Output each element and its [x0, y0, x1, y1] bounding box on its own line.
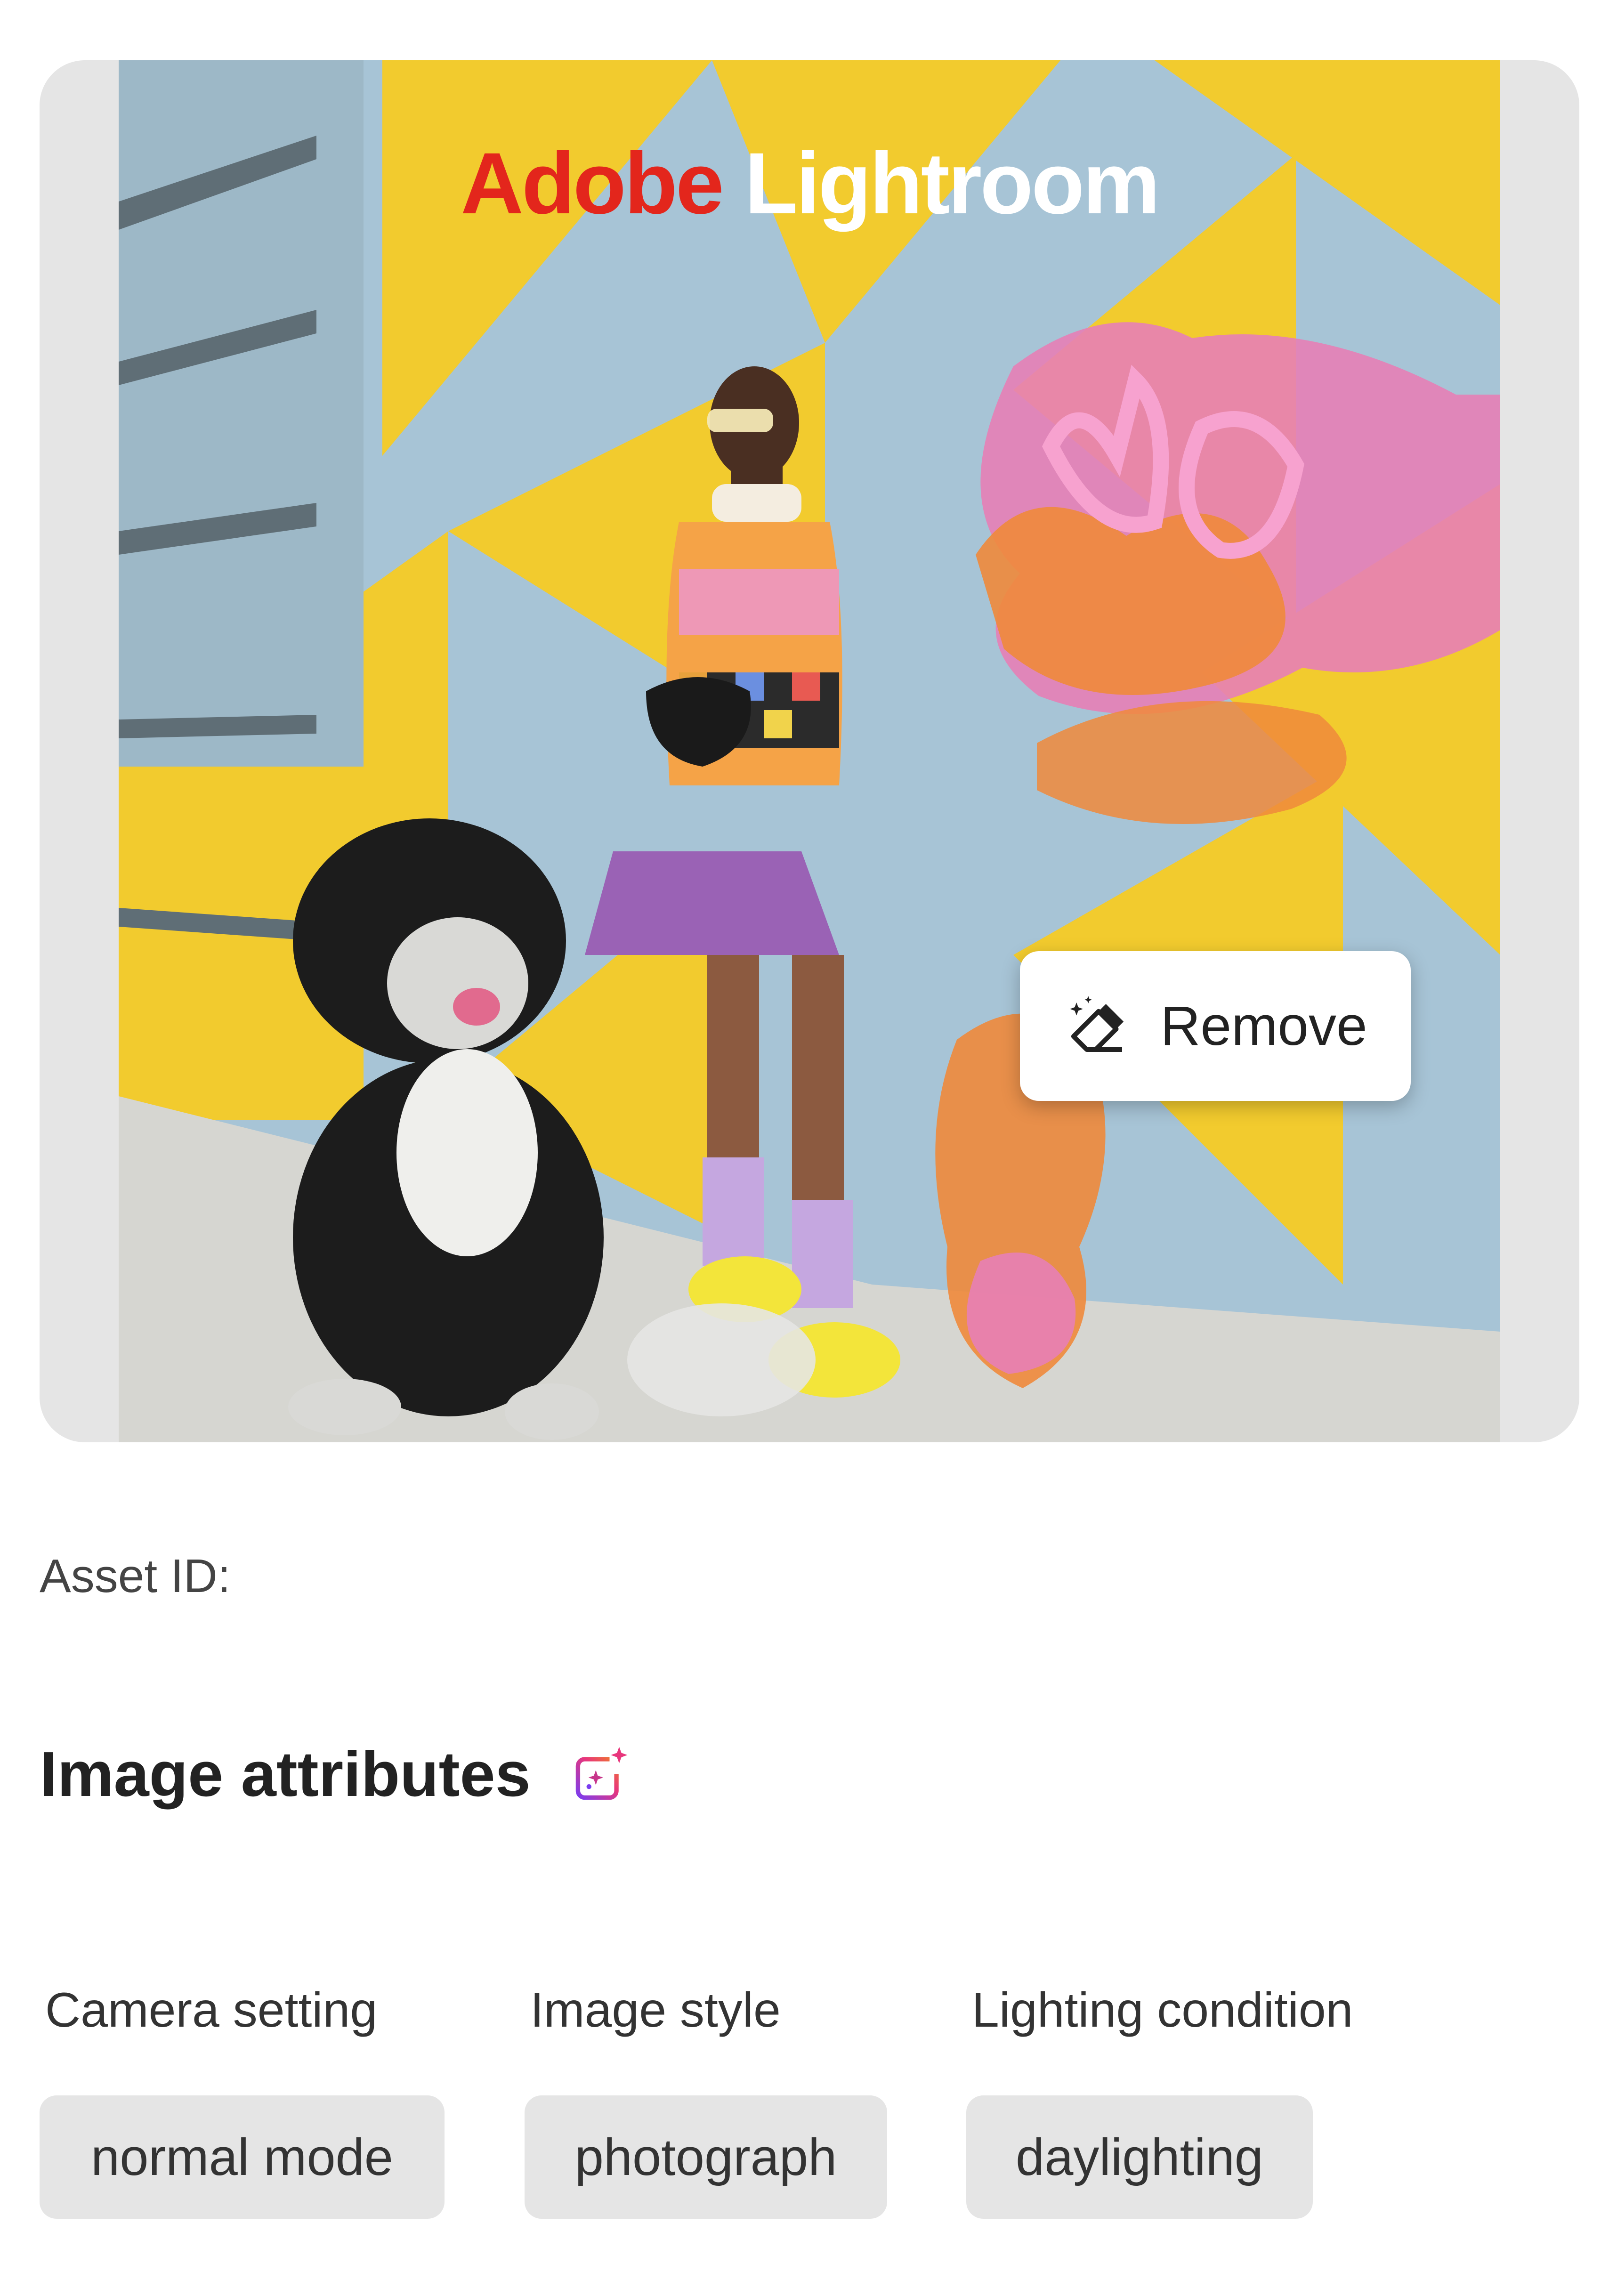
image-attributes-title: Image attributes — [40, 1738, 531, 1810]
remove-button-label: Remove — [1160, 995, 1367, 1057]
attribute-chip[interactable]: normal mode — [40, 2095, 445, 2219]
asset-id-label: Asset ID: — [40, 1550, 231, 1602]
attribute-chip[interactable]: photograph — [525, 2095, 887, 2219]
brand-lightroom: Lightroom — [744, 135, 1160, 232]
attribute-label: Camera setting — [45, 1983, 378, 2037]
image-attributes-heading: Image attributes — [40, 1738, 634, 1811]
ai-sparkle-icon — [568, 1741, 634, 1807]
remove-button[interactable]: Remove — [1020, 951, 1411, 1101]
attribute-label: Image style — [530, 1983, 781, 2037]
attribute-label: Lighting condition — [972, 1983, 1353, 2037]
image-preview-card: Adobe Lightroom Remove — [40, 60, 1579, 1442]
attribute-camera-setting: Camera setting normal mode — [40, 1982, 445, 2219]
brand-adobe: Adobe — [461, 135, 724, 232]
brand-logo: Adobe Lightroom — [40, 140, 1579, 227]
attribute-lighting-condition: Lighting condition daylighting — [966, 1982, 1353, 2219]
attribute-image-style: Image style photograph — [525, 1982, 887, 2219]
attribute-chip[interactable]: daylighting — [966, 2095, 1313, 2219]
photo-illustration — [119, 60, 1500, 1442]
eraser-sparkle-icon — [1063, 991, 1134, 1061]
preview-photo — [119, 60, 1500, 1442]
